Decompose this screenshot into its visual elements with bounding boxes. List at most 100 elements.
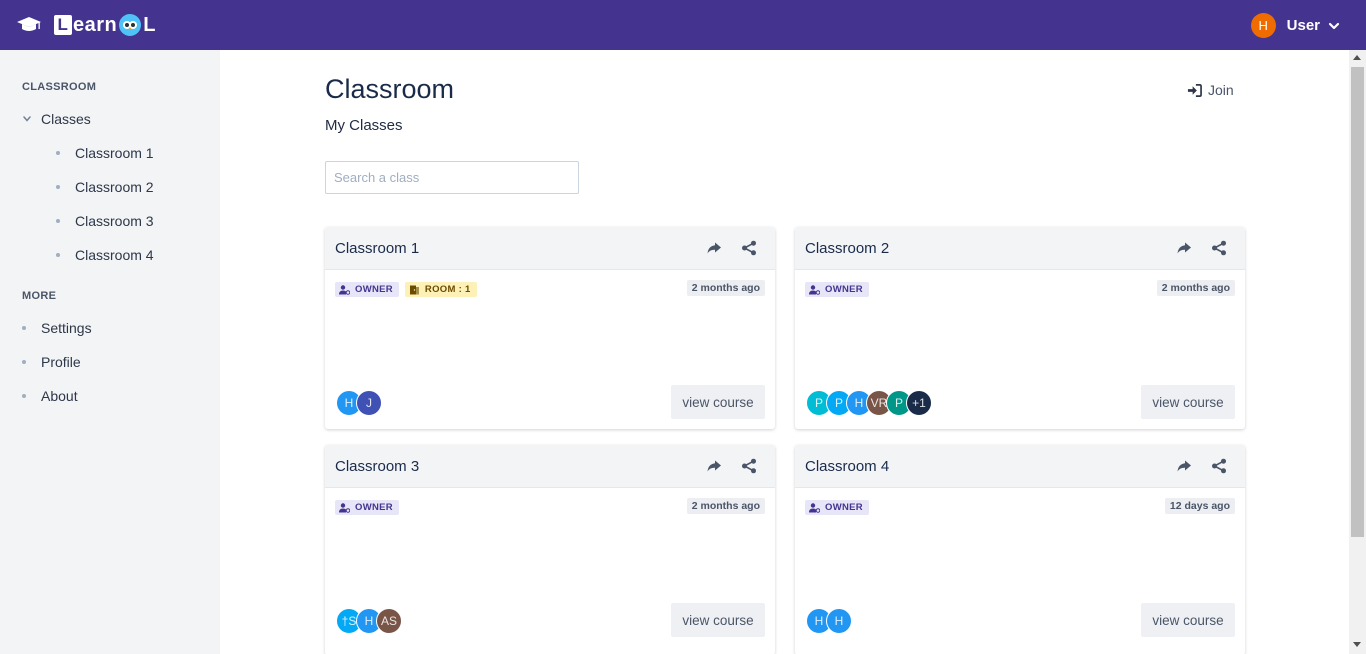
- forward-icon[interactable]: [706, 458, 722, 474]
- user-owner-icon: [809, 502, 820, 513]
- badge-label: OWNER: [825, 502, 863, 513]
- sidebar-item-profile[interactable]: Profile: [22, 354, 81, 370]
- sidebar-item-label: Settings: [41, 320, 92, 336]
- owner-badge: OWNER: [805, 282, 869, 297]
- badge-label: OWNER: [355, 502, 393, 513]
- member-avatar[interactable]: +1: [906, 390, 932, 416]
- badge-label: OWNER: [355, 284, 393, 295]
- card-title[interactable]: Classroom 2: [805, 240, 889, 257]
- user-owner-icon: [809, 284, 820, 295]
- scroll-thumb[interactable]: [1351, 67, 1364, 537]
- forward-icon[interactable]: [706, 240, 722, 256]
- scroll-up-icon[interactable]: [1353, 55, 1361, 60]
- time-ago: 2 months ago: [686, 498, 765, 514]
- user-owner-icon: [339, 502, 350, 513]
- card-header: Classroom 1: [325, 227, 775, 270]
- user-menu[interactable]: H User: [1250, 13, 1340, 38]
- bullet-icon: [22, 394, 26, 398]
- card-actions: [1176, 458, 1227, 474]
- card-body: OWNER 12 days ago HH view course: [795, 488, 1245, 647]
- owner-badge: OWNER: [335, 500, 399, 515]
- scroll-down-icon[interactable]: [1353, 642, 1361, 647]
- card-header: Classroom 3: [325, 445, 775, 488]
- badge-row: OWNER ROOM : 1: [335, 282, 483, 297]
- share-icon[interactable]: [741, 458, 757, 474]
- user-avatar: H: [1250, 13, 1276, 38]
- view-course-button[interactable]: view course: [1141, 385, 1235, 419]
- sidebar-item-classes[interactable]: Classes: [22, 111, 91, 127]
- view-course-button[interactable]: view course: [671, 603, 765, 637]
- card-actions: [706, 458, 757, 474]
- card-body: OWNER 2 months ago P P H VR P +1 view course: [795, 270, 1245, 429]
- class-card-1: Classroom 1 OWNER ROOM : 1 2 months ago H…: [325, 227, 775, 429]
- sidebar-item-classroom-2[interactable]: Classroom 2: [56, 179, 154, 195]
- member-avatars: HH: [806, 608, 852, 634]
- sidebar-heading-more: MORE: [22, 290, 57, 302]
- card-body: OWNER 2 months ago †S H AS view course: [325, 488, 775, 647]
- member-avatars: HJ: [336, 390, 382, 416]
- brand[interactable]: L earn L: [16, 14, 156, 37]
- sign-in-icon: [1187, 83, 1202, 97]
- bullet-icon: [56, 185, 60, 189]
- page-title: Classroom: [325, 74, 455, 104]
- chevron-down-icon: [23, 116, 31, 122]
- view-course-button[interactable]: view course: [671, 385, 765, 419]
- card-title[interactable]: Classroom 4: [805, 458, 889, 475]
- door-icon: [409, 285, 419, 294]
- sidebar-item-classroom-3[interactable]: Classroom 3: [56, 213, 154, 229]
- share-icon[interactable]: [1211, 458, 1227, 474]
- class-card-4: Classroom 4 OWNER 12 days ago HH view co…: [795, 445, 1245, 654]
- search-input[interactable]: [325, 161, 579, 194]
- owner-badge: OWNER: [335, 282, 399, 297]
- sidebar-item-about[interactable]: About: [22, 388, 78, 404]
- chevron-down-icon: [1328, 22, 1340, 29]
- forward-icon[interactable]: [1176, 240, 1192, 256]
- page-subtitle: My Classes: [325, 117, 403, 134]
- sidebar-item-settings[interactable]: Settings: [22, 320, 92, 336]
- member-avatars: †S H AS: [336, 608, 402, 634]
- brand-logo-suffix: L: [143, 13, 156, 36]
- time-ago: 2 months ago: [686, 280, 765, 296]
- user-name: User: [1286, 17, 1320, 34]
- badge-label: OWNER: [825, 284, 863, 295]
- card-title[interactable]: Classroom 1: [335, 240, 419, 257]
- card-title[interactable]: Classroom 3: [335, 458, 419, 475]
- top-bar: L earn L H User: [0, 0, 1366, 50]
- badge-row: OWNER: [805, 500, 875, 515]
- sidebar-item-label: Profile: [41, 354, 81, 370]
- sidebar-item-label: Classroom 3: [75, 213, 154, 229]
- join-label: Join: [1208, 82, 1234, 98]
- share-icon[interactable]: [741, 240, 757, 256]
- share-icon[interactable]: [1211, 240, 1227, 256]
- member-avatar[interactable]: AS: [376, 608, 402, 634]
- sidebar-item-label: Classes: [41, 111, 91, 127]
- brand-logo-box: L: [54, 15, 72, 35]
- time-ago: 12 days ago: [1164, 498, 1235, 514]
- owner-badge: OWNER: [805, 500, 869, 515]
- sidebar-heading-classroom: CLASSROOM: [22, 81, 97, 93]
- card-body: OWNER ROOM : 1 2 months ago HJ view cours…: [325, 270, 775, 429]
- scrollbar[interactable]: [1349, 50, 1366, 654]
- bullet-icon: [56, 151, 60, 155]
- badge-row: OWNER: [805, 282, 875, 297]
- member-avatar[interactable]: J: [356, 390, 382, 416]
- view-course-button[interactable]: view course: [1141, 603, 1235, 637]
- join-button[interactable]: Join: [1187, 82, 1234, 98]
- sidebar-item-classroom-1[interactable]: Classroom 1: [56, 145, 154, 161]
- class-card-2: Classroom 2 OWNER 2 months ago P P H VR P +1 …: [795, 227, 1245, 429]
- member-avatar[interactable]: H: [826, 608, 852, 634]
- user-owner-icon: [339, 284, 350, 295]
- card-header: Classroom 2: [795, 227, 1245, 270]
- bullet-icon: [22, 360, 26, 364]
- sidebar: CLASSROOM Classes Classroom 1 Classroom …: [0, 50, 220, 654]
- brand-logo: L earn L: [54, 14, 156, 37]
- forward-icon[interactable]: [1176, 458, 1192, 474]
- sidebar-item-classroom-4[interactable]: Classroom 4: [56, 247, 154, 263]
- card-actions: [1176, 240, 1227, 256]
- class-card-3: Classroom 3 OWNER 2 months ago †S H AS vie…: [325, 445, 775, 654]
- sidebar-item-label: Classroom 1: [75, 145, 154, 161]
- card-header: Classroom 4: [795, 445, 1245, 488]
- sidebar-item-label: About: [41, 388, 78, 404]
- bullet-icon: [56, 253, 60, 257]
- brand-logo-text: earn: [73, 13, 118, 36]
